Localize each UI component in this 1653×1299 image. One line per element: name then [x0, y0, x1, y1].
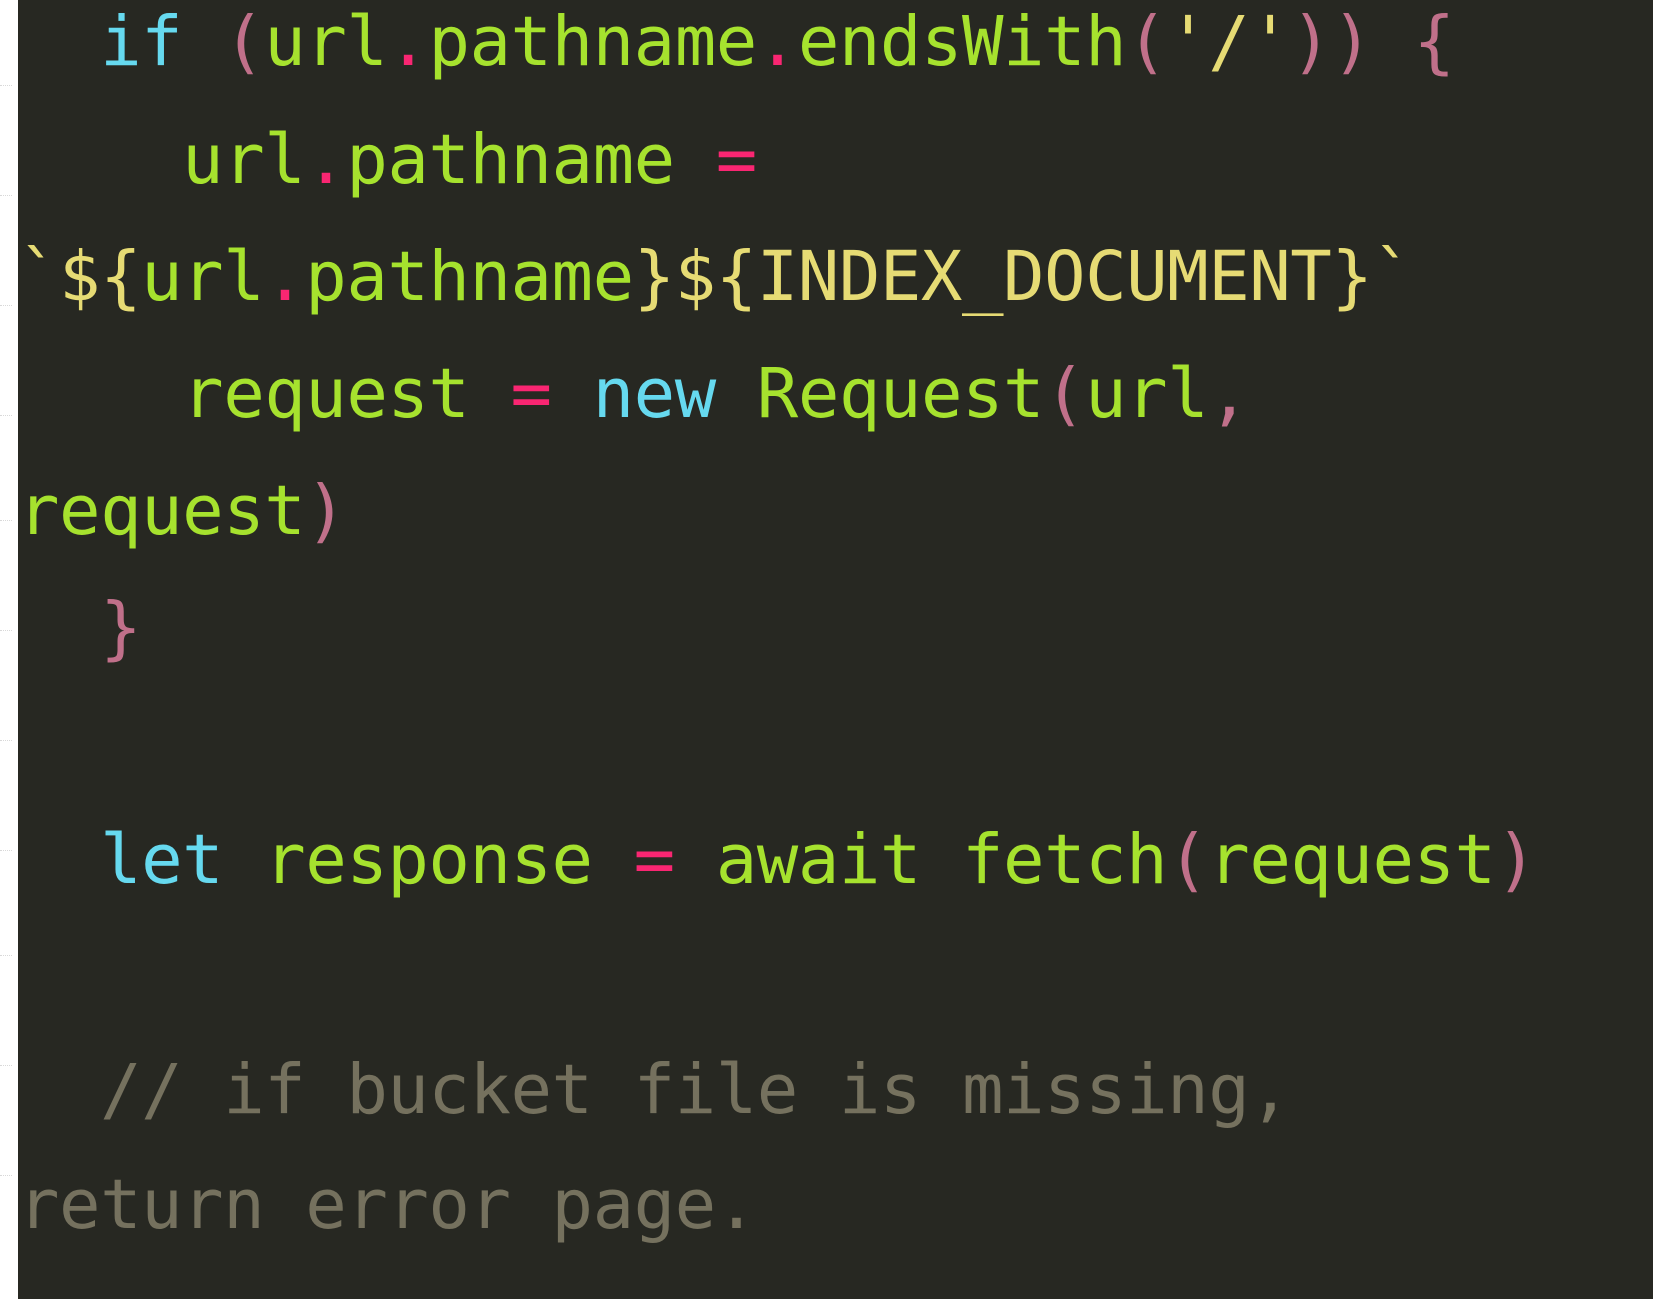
gutter-tick	[0, 415, 12, 416]
code-line: `${url.pathname}${INDEX_DOCUMENT}`	[18, 227, 1414, 327]
code-token-keyword: let	[100, 820, 224, 900]
code-editor[interactable]: if (url.pathname.endsWith('/')) { url.pa…	[18, 0, 1653, 1299]
code-token-identifier: Request	[756, 354, 1045, 434]
gutter-tick	[0, 1175, 12, 1176]
code-token-punctuation: =	[633, 820, 676, 900]
code-token-identifier: pathname	[305, 237, 634, 317]
code-line: url.pathname =	[18, 110, 757, 210]
code-token-punctuation: .	[305, 120, 347, 200]
gutter-tick	[0, 955, 12, 956]
left-gutter	[0, 0, 18, 1299]
code-token-paren: (	[1044, 354, 1086, 434]
code-token-identifier: url	[141, 237, 265, 317]
code-token-comment: return error page.	[18, 1165, 757, 1245]
code-token-punctuation: =	[510, 354, 553, 434]
code-line: // if bucket file is missing,	[18, 1040, 1291, 1140]
code-token-identifier: pathname	[346, 120, 675, 200]
code-token-punctuation: .	[387, 2, 429, 82]
code-token-identifier: endsWith	[797, 2, 1127, 82]
code-token-keyword: new	[592, 354, 717, 434]
code-token-punctuation: =	[715, 120, 758, 200]
code-token-identifier: response	[264, 820, 593, 900]
gutter-tick	[0, 85, 12, 86]
code-token-string: }${	[633, 237, 758, 317]
code-line: let response = await fetch(request)	[18, 810, 1537, 910]
gutter-tick	[0, 195, 12, 196]
code-token-identifier: pathname	[428, 2, 757, 82]
code-token-paren: (	[1126, 2, 1168, 82]
code-token-paren: )	[305, 471, 347, 551]
code-token-punctuation: .	[756, 2, 799, 82]
code-token-paren: )	[1495, 820, 1538, 900]
code-token-identifier: url	[1085, 354, 1209, 434]
code-token-string: '/'	[1167, 2, 1291, 82]
code-token-identifier: fetch	[962, 820, 1168, 900]
gutter-tick	[0, 520, 12, 521]
code-line: if (url.pathname.endsWith('/')) {	[18, 0, 1455, 92]
code-token-paren: )) {	[1290, 2, 1455, 82]
code-line: request)	[18, 461, 347, 561]
code-line: }	[18, 578, 142, 678]
code-token-string: `${	[18, 237, 142, 317]
gutter-tick	[0, 740, 12, 741]
code-token-keyword: if	[100, 2, 183, 82]
code-token-identifier: request	[18, 471, 306, 551]
gutter-tick	[0, 1065, 12, 1066]
code-token-punctuation: .	[264, 237, 306, 317]
code-token-paren: }	[100, 588, 142, 668]
code-token-comment: // if bucket file is missing,	[100, 1050, 1291, 1130]
gutter-tick	[0, 630, 12, 631]
code-token-paren: (	[223, 2, 265, 82]
gutter-tick	[0, 305, 12, 306]
code-token-identifier: url	[264, 2, 388, 82]
code-token-identifier: await	[715, 820, 922, 900]
gutter-tick	[0, 850, 12, 851]
code-token-identifier: request	[182, 354, 470, 434]
code-token-identifier: request	[1208, 820, 1496, 900]
code-token-string: INDEX_DOCUMENT	[756, 237, 1332, 317]
code-token-string: }`	[1331, 237, 1414, 317]
code-token-identifier: url	[182, 120, 306, 200]
code-token-paren: (	[1167, 820, 1209, 900]
code-line: return error page.	[18, 1155, 757, 1255]
code-line: request = new Request(url,	[18, 344, 1250, 444]
code-token-paren: ,	[1208, 354, 1250, 434]
